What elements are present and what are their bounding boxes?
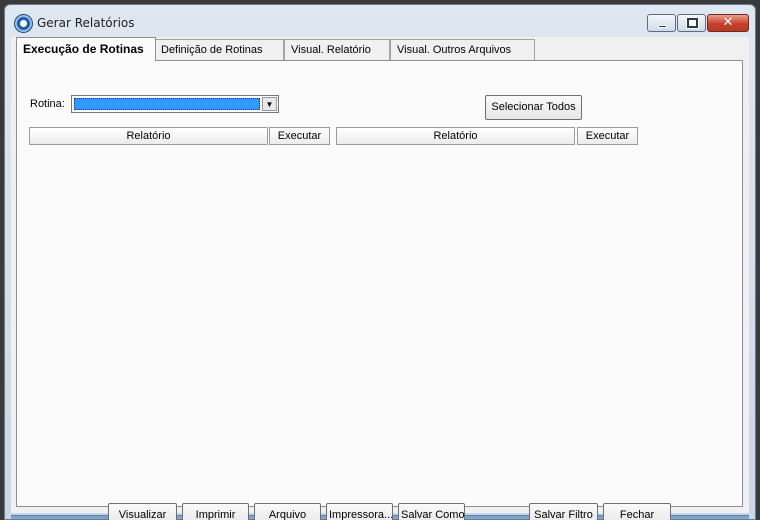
rotina-label: Rotina: [30,98,65,110]
tab-panel-execucao: Rotina: ▼ Selecionar Todos Relatório Exe… [16,60,743,520]
imprimir-button[interactable]: Imprimir [182,503,249,520]
column-header-relatorio-1[interactable]: Relatório [29,127,268,145]
tab-execucao-de-rotinas[interactable]: Execução de Rotinas [16,37,156,61]
maximize-button[interactable] [677,14,706,32]
tab-visual-outros-arquivos[interactable]: Visual. Outros Arquivos [390,39,535,60]
rotina-select[interactable]: ▼ [71,95,279,113]
rotina-selected-value [74,98,260,110]
app-icon [15,15,32,32]
title-bar[interactable]: Gerar Relatórios ✕ [5,5,755,37]
chevron-down-icon[interactable]: ▼ [262,97,277,111]
select-all-button[interactable]: Selecionar Todos [485,95,582,120]
column-header-executar-2[interactable]: Executar [577,127,638,145]
minimize-icon [658,25,667,28]
close-button[interactable]: ✕ [707,14,749,32]
close-icon: ✕ [722,15,734,30]
window-title: Gerar Relatórios [37,16,135,30]
column-header-executar-1[interactable]: Executar [269,127,330,145]
fechar-button[interactable]: Fechar [603,503,671,520]
arquivo-button[interactable]: Arquivo [254,503,321,520]
salvar-filtro-button[interactable]: Salvar Filtro [529,503,598,520]
impressora-button[interactable]: Impressora... [326,503,393,520]
column-header-relatorio-2[interactable]: Relatório [336,127,575,145]
tab-visual-relatorio[interactable]: Visual. Relatório [284,39,390,60]
client-area: Execução de Rotinas Definição de Rotinas… [11,37,749,520]
main-window: Gerar Relatórios ✕ Execução de Rotinas D… [4,4,756,520]
visualizar-button[interactable]: Visualizar [108,503,177,520]
minimize-button[interactable] [647,14,676,32]
salvar-como-button[interactable]: Salvar Como [398,503,465,520]
maximize-icon [687,18,698,28]
tab-definicao-de-rotinas[interactable]: Definição de Rotinas [154,39,284,60]
